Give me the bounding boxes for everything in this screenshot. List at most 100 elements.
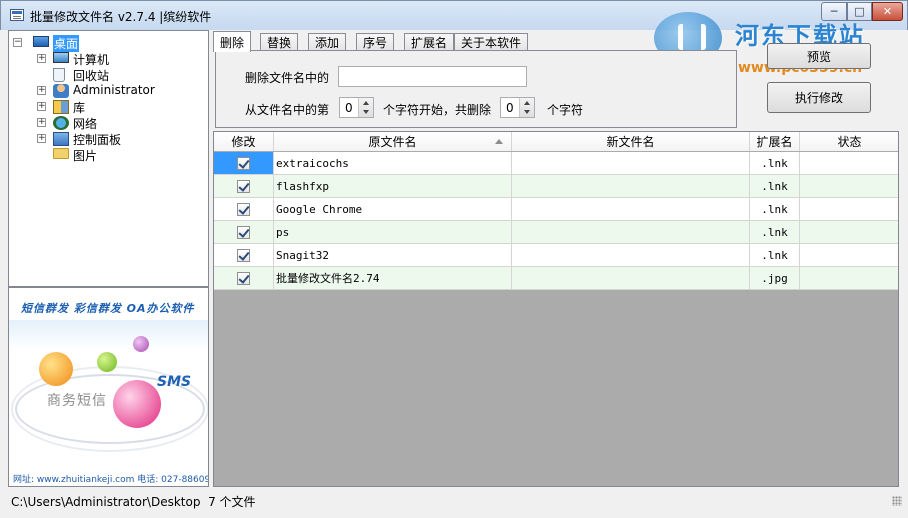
tree-item-label[interactable]: 回收站 (73, 67, 109, 84)
new-name-cell[interactable] (512, 175, 750, 198)
new-name-cell[interactable] (512, 221, 750, 244)
modify-cell[interactable] (214, 198, 274, 221)
column-header-original-name[interactable]: 原文件名 (274, 132, 512, 151)
table-row[interactable]: extraicochs .lnk (214, 152, 898, 175)
original-name-cell[interactable]: Snagit32 (274, 244, 512, 267)
tab-replace[interactable]: 替换 (260, 33, 299, 51)
tree-item-label[interactable]: 图片 (73, 147, 97, 164)
status-path: C:\Users\Administrator\Desktop (11, 495, 201, 509)
modify-cell[interactable] (214, 152, 274, 175)
table-row[interactable]: ps .lnk (214, 221, 898, 244)
status-text: C:\Users\Administrator\Desktop 7 个文件 (11, 493, 256, 510)
folder-tree[interactable]: − 桌面 + 计算机 回收站 + Administrator + 库 + 网络 + 控制面板 图片 (8, 30, 209, 287)
original-name-cell[interactable]: Google Chrome (274, 198, 512, 221)
delete-count-stepper[interactable]: 0 (500, 97, 535, 118)
status-bar: C:\Users\Administrator\Desktop 7 个文件 (0, 490, 908, 518)
status-cell[interactable] (800, 198, 898, 221)
computer-icon (53, 52, 69, 63)
extension-cell[interactable]: .jpg (750, 267, 800, 290)
ad-banner[interactable]: 短信群发 彩信群发 OA办公软件 SMS 商务短信 网址: www.zhuiti… (8, 287, 209, 487)
tab-delete[interactable]: 删除 (213, 31, 252, 52)
tree-item-label[interactable]: 网络 (73, 115, 97, 132)
status-cell[interactable] (800, 244, 898, 267)
sort-ascending-icon (495, 139, 503, 144)
extension-cell[interactable]: .lnk (750, 221, 800, 244)
extension-cell[interactable]: .lnk (750, 198, 800, 221)
expand-icon[interactable]: + (37, 86, 46, 95)
modify-checkbox[interactable] (237, 225, 250, 239)
modify-checkbox[interactable] (237, 156, 250, 170)
folder-icon (53, 148, 69, 159)
start-position-spin-icon[interactable] (358, 98, 373, 117)
column-header-extension[interactable]: 扩展名 (750, 132, 800, 151)
ad-green-ball (97, 352, 117, 372)
column-header-new-name[interactable]: 新文件名 (512, 132, 750, 151)
close-button[interactable]: ✕ (872, 2, 903, 21)
table-row[interactable]: 批量修改文件名2.74 .jpg (214, 267, 898, 290)
column-header-status[interactable]: 状态 (800, 132, 898, 151)
preview-button[interactable]: 预览 (767, 43, 871, 69)
modify-checkbox[interactable] (237, 248, 250, 262)
new-name-cell[interactable] (512, 198, 750, 221)
original-name-cell[interactable]: flashfxp (274, 175, 512, 198)
ad-sms-logo: SMS (157, 374, 192, 390)
expand-icon[interactable]: + (37, 118, 46, 127)
original-name-cell[interactable]: extraicochs (274, 152, 512, 175)
app-icon (10, 9, 24, 21)
status-cell[interactable] (800, 175, 898, 198)
extension-cell[interactable]: .lnk (750, 244, 800, 267)
resize-grip-icon[interactable] (892, 496, 902, 506)
modify-checkbox[interactable] (237, 202, 250, 216)
modify-checkbox[interactable] (237, 271, 250, 285)
column-header-modify[interactable]: 修改 (214, 132, 274, 151)
table-row[interactable]: Snagit32 .lnk (214, 244, 898, 267)
modify-cell[interactable] (214, 221, 274, 244)
tab-extension[interactable]: 扩展名 (404, 33, 455, 51)
tree-item-label[interactable]: 桌面 (53, 35, 80, 52)
status-cell[interactable] (800, 152, 898, 175)
status-cell[interactable] (800, 267, 898, 290)
original-name-cell[interactable]: ps (274, 221, 512, 244)
new-name-cell[interactable] (512, 152, 750, 175)
modify-cell[interactable] (214, 267, 274, 290)
table-row[interactable]: Google Chrome .lnk (214, 198, 898, 221)
start-position-value: 0 (345, 101, 353, 115)
start-position-stepper[interactable]: 0 (339, 97, 374, 118)
new-name-cell[interactable] (512, 267, 750, 290)
table-row[interactable]: flashfxp .lnk (214, 175, 898, 198)
expand-icon[interactable]: + (37, 134, 46, 143)
column-header-original-name-label: 原文件名 (368, 135, 417, 149)
desktop-icon (33, 36, 49, 47)
collapse-icon[interactable]: − (13, 38, 22, 47)
modify-cell[interactable] (214, 244, 274, 267)
ad-contact: 网址: www.zhuitiankeji.com 电话: 027-886090 (13, 475, 209, 485)
modify-checkbox[interactable] (237, 179, 250, 193)
tab-sequence[interactable]: 序号 (356, 33, 395, 51)
ad-header-band (9, 320, 208, 350)
network-icon (53, 116, 69, 130)
control-panel-icon (53, 132, 69, 146)
ad-orange-ball (39, 352, 73, 386)
tab-about[interactable]: 关于本软件 (454, 33, 529, 51)
status-cell[interactable] (800, 221, 898, 244)
execute-button[interactable]: 执行修改 (767, 82, 871, 113)
original-name-cell[interactable]: 批量修改文件名2.74 (274, 267, 512, 290)
window-title: 批量修改文件名 v2.7.4 |缤纷软件 (30, 10, 212, 24)
file-grid[interactable]: 修改 原文件名 新文件名 扩展名 状态 extraicochs .lnk flash… (213, 131, 899, 487)
expand-icon[interactable]: + (37, 102, 46, 111)
tab-add[interactable]: 添加 (308, 33, 347, 51)
status-file-count: 7 个文件 (208, 495, 256, 509)
modify-cell[interactable] (214, 175, 274, 198)
tree-item-label[interactable]: Administrator (73, 83, 155, 97)
ad-pink-ball (113, 380, 161, 428)
tree-item-label[interactable]: 控制面板 (73, 131, 121, 148)
extension-cell[interactable]: .lnk (750, 152, 800, 175)
expand-icon[interactable]: + (37, 54, 46, 63)
new-name-cell[interactable] (512, 244, 750, 267)
tree-item-label[interactable]: 计算机 (73, 51, 109, 68)
delete-count-spin-icon[interactable] (519, 98, 534, 117)
start-suffix-label: 个字符开始，共删除 (383, 103, 492, 117)
tree-item-label[interactable]: 库 (73, 99, 85, 116)
name-contains-input[interactable] (338, 66, 527, 87)
extension-cell[interactable]: .lnk (750, 175, 800, 198)
